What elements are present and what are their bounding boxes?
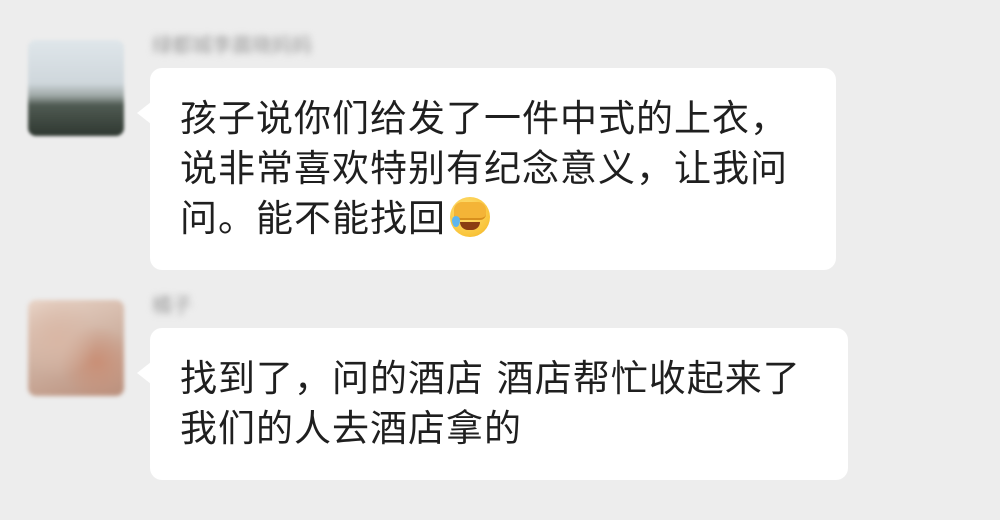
message-text-line: 我们的人去酒店拿的	[180, 407, 522, 450]
message-bubble[interactable]: 孩子说你们给发了一件中式的上衣， 说非常喜欢特别有纪念意义，让我问 问。能不能找…	[137, 68, 836, 270]
sender-name: 绿都城李晨晓妈妈	[152, 33, 312, 57]
message-text: 问。能不能找回	[180, 197, 446, 240]
message-text-line: 找到了，问的酒店 酒店帮忙收起来了	[180, 357, 801, 400]
message-text-line: 说非常喜欢特别有纪念意义，让我问	[180, 147, 788, 190]
message-text-line: 孩子说你们给发了一件中式的上衣，	[180, 97, 788, 140]
sender-name: 橘子	[152, 293, 192, 317]
avatar[interactable]	[28, 300, 124, 396]
facepalm-crying-emoji-icon	[450, 197, 490, 237]
message-bubble[interactable]: 找到了，问的酒店 酒店帮忙收起来了 我们的人去酒店拿的	[137, 328, 848, 480]
message-text-line-with-emoji: 问。能不能找回	[180, 194, 806, 244]
avatar[interactable]	[28, 40, 124, 136]
